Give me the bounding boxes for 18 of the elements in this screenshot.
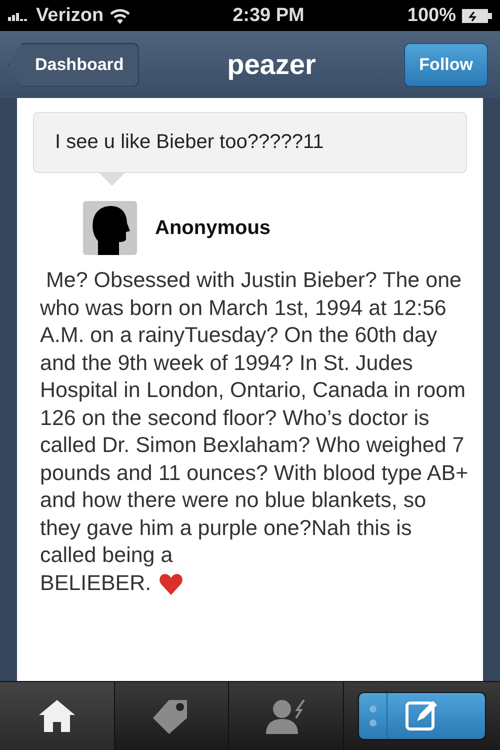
- tag-icon: [153, 698, 190, 734]
- battery-percent: 100%: [407, 4, 456, 26]
- back-button[interactable]: Dashboard: [8, 42, 139, 86]
- heart-icon: [159, 572, 184, 595]
- wifi-icon: [110, 8, 130, 24]
- compose-button[interactable]: [358, 692, 486, 740]
- asker-name: Anonymous: [155, 216, 271, 240]
- blog-title: peazer: [227, 48, 316, 80]
- question-text: I see u like Bieber too?????11: [55, 131, 324, 153]
- battery-icon: [462, 8, 492, 22]
- signal-icon: [8, 10, 30, 20]
- avatar-silhouette-icon: [83, 201, 137, 255]
- home-tab[interactable]: [0, 682, 115, 750]
- follow-button[interactable]: Follow: [404, 42, 488, 86]
- carrier-name: Verizon: [36, 4, 104, 26]
- clock-time: 2:39 PM: [232, 4, 304, 26]
- home-icon: [38, 700, 75, 732]
- answer-text: Me? Obsessed with Justin Bieber? The one who was born on March 1st, 1994 at 12:56 A.M. on a rainyTuesday? On the 60th day and the 9th week of 1994? In St. Judes Hospital in London, Ontario, Canada in room 126 on the second floor? Who’s doctor is called Dr. Simon Bexlaham? Who weighed 7 pounds and 11 ounces? With blood type AB+ and how there were no blue blankets, so they gave him a purple one?Nah this is called being a BELIEBER.: [40, 267, 470, 597]
